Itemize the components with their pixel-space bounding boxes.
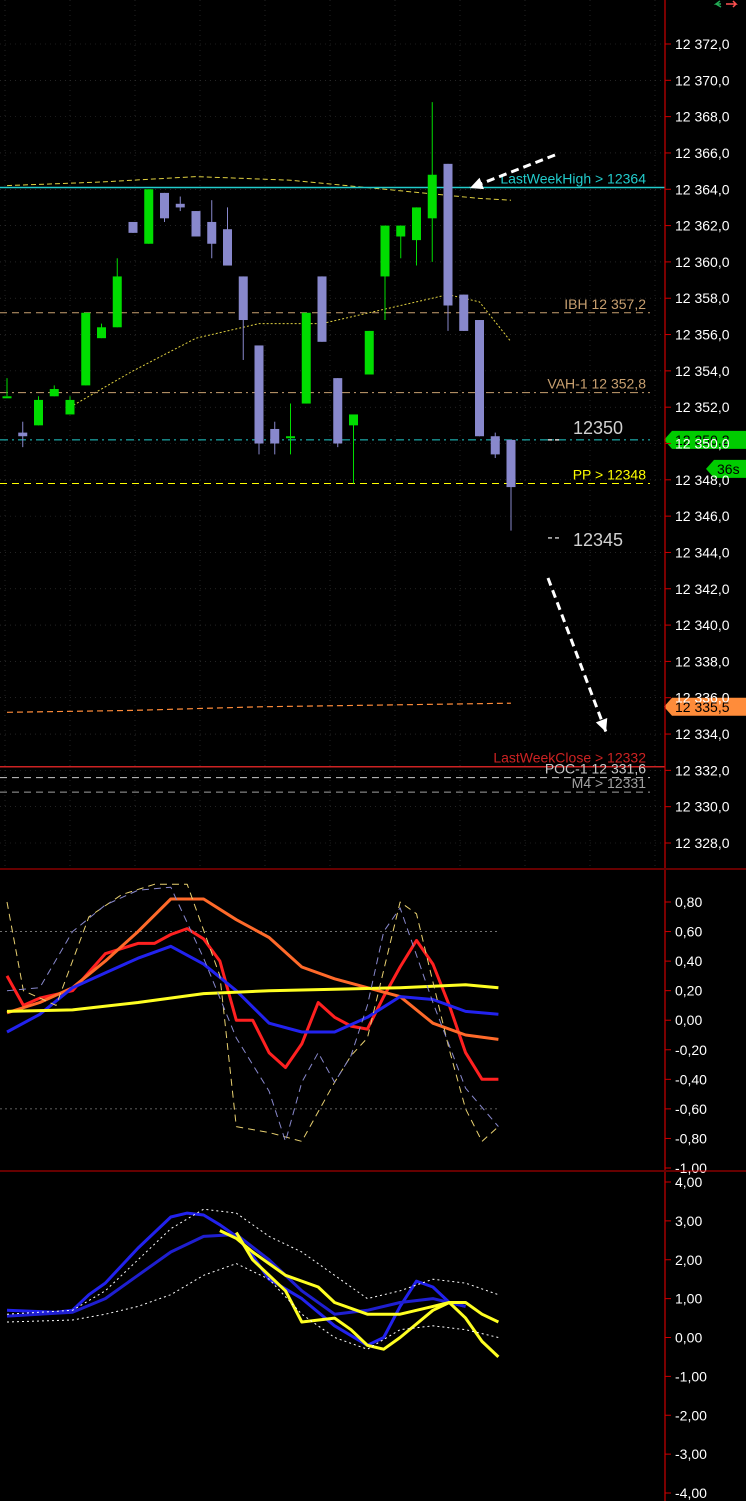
oscillator-line (6, 1233, 466, 1318)
candle-body (238, 276, 248, 321)
moving-average-line (69, 294, 512, 408)
annotation-label: 12350 (573, 418, 623, 438)
candle-body (301, 312, 311, 404)
candle-body (160, 192, 169, 219)
oscillator-line (6, 886, 499, 1142)
level-label: IBH 12 357,2 (564, 296, 646, 312)
tick-label: -0,40 (675, 1071, 707, 1087)
tick-label: 12 348,0 (675, 472, 730, 488)
tick-label: 0,00 (675, 1012, 702, 1028)
candle-body (333, 378, 343, 444)
candle-body (223, 229, 232, 266)
candle-body (427, 174, 437, 219)
tick-label: -0,20 (675, 1042, 707, 1058)
oscillator-line (5, 927, 499, 1081)
candle-body (412, 207, 421, 241)
tick-label: 12 370,0 (675, 72, 730, 88)
tick-label: 12 364,0 (675, 181, 730, 197)
candle-body (112, 276, 122, 328)
level-label: LastWeekHigh > 12364 (500, 170, 646, 186)
candle-body (380, 225, 390, 277)
candle-body (506, 439, 516, 488)
tick-label: 0,40 (675, 953, 702, 969)
tick-label: -0,80 (675, 1130, 707, 1146)
candle-body (317, 276, 327, 342)
oscillator-line (6, 1263, 499, 1350)
tick-label: -1,00 (675, 1368, 707, 1384)
trading-chart: LastWeekHigh > 12364 IBH 12 357,2 VAH-1 12… (0, 0, 746, 1501)
candle-body (97, 327, 106, 339)
oscillator-line (235, 1231, 500, 1358)
oscillator-line (6, 883, 499, 1142)
candle-body (65, 399, 75, 415)
candle-body (364, 330, 374, 375)
level-label: VAH-1 12 352,8 (547, 376, 646, 392)
tick-label: 12 338,0 (675, 653, 730, 669)
oscillator-panel-2 (6, 1208, 500, 1358)
arrow-head (595, 718, 608, 732)
tick-label: 12 334,0 (675, 726, 730, 742)
tick-label: -2,00 (675, 1407, 707, 1423)
tick-label: 12 332,0 (675, 762, 730, 778)
annotation-label: 12345 (573, 530, 623, 550)
candle-body (128, 221, 138, 233)
tick-label: 12 368,0 (675, 109, 730, 125)
candle-body (2, 396, 12, 399)
tick-label: 12 372,0 (675, 36, 730, 52)
candle-body (396, 225, 406, 237)
candle-body (144, 189, 154, 244)
tick-label: 12 336,0 (675, 690, 730, 706)
tick-label: 12 346,0 (675, 508, 730, 524)
candle-body (49, 389, 59, 397)
level-label: M4 > 12331 (572, 775, 647, 791)
candle-body (207, 221, 217, 244)
tick-label: 12 356,0 (675, 327, 730, 343)
candle-body (191, 211, 201, 237)
tick-label: -4,00 (675, 1485, 707, 1501)
candle-body (18, 432, 28, 437)
tick-label: 12 340,0 (675, 617, 730, 633)
tick-label: 12 350,0 (675, 436, 730, 452)
candle-body (81, 312, 91, 386)
tick-label: 3,00 (675, 1213, 702, 1229)
tick-label: 12 328,0 (675, 835, 730, 851)
tick-label: 0,00 (675, 1330, 702, 1346)
tick-label: 12 354,0 (675, 363, 730, 379)
oscillator-line (6, 897, 499, 1041)
moving-average-line (6, 702, 512, 713)
candle-body (459, 294, 469, 331)
arrow-shaft (546, 577, 608, 733)
tick-label: 12 362,0 (675, 218, 730, 234)
level-label: PP > 12348 (573, 466, 647, 482)
candle-body (270, 428, 280, 444)
price-level-layer: LastWeekHigh > 12364 IBH 12 357,2 VAH-1 12… (0, 170, 665, 793)
tick-label: -0,60 (675, 1101, 707, 1117)
tick-label: 12 344,0 (675, 544, 730, 560)
candle-body (286, 436, 295, 439)
tick-label: 12 330,0 (675, 799, 730, 815)
candle-body (175, 203, 185, 208)
tick-label: 0,80 (675, 894, 702, 910)
tick-label: 1,00 (675, 1291, 702, 1307)
tick-label: 12 366,0 (675, 145, 730, 161)
oscillator-panel-1 (0, 883, 500, 1142)
tick-label: 12 360,0 (675, 254, 730, 270)
candle-body (490, 436, 500, 455)
candle-body (349, 414, 358, 426)
candle-body (475, 320, 484, 437)
tick-label: 4,00 (675, 1174, 702, 1190)
candle-body (254, 345, 264, 444)
candle-body (34, 399, 43, 426)
tick-label: 12 342,0 (675, 581, 730, 597)
tick-label: 0,60 (675, 924, 702, 940)
tick-label: 0,20 (675, 983, 702, 999)
tick-label: 12 358,0 (675, 290, 730, 306)
tick-label: 12 352,0 (675, 399, 730, 415)
tick-label: -3,00 (675, 1446, 707, 1462)
grid-layer (0, 0, 665, 868)
double-arrow-icon[interactable] (713, 0, 738, 8)
tick-label: 2,00 (675, 1252, 702, 1268)
candle-body (443, 163, 453, 306)
candlestick-series (2, 102, 516, 531)
